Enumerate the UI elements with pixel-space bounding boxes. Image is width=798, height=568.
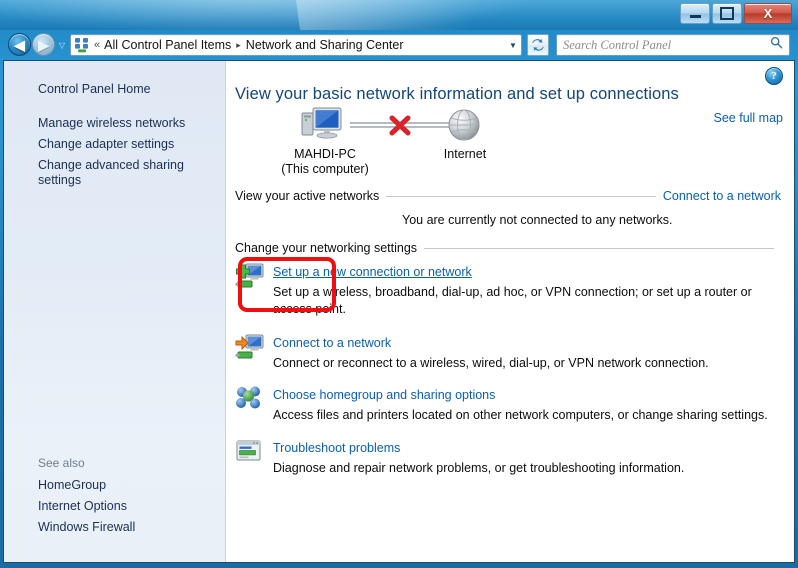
help-icon[interactable]: ? bbox=[765, 67, 783, 85]
forward-button[interactable]: ▶ bbox=[32, 33, 55, 56]
network-map: MAHDI-PC (This computer) Internet bbox=[226, 105, 794, 179]
choose-homegroup-description: Access files and printers located on oth… bbox=[273, 408, 768, 422]
task-set-up-new-connection[interactable]: Set up a new connection or network Set u… bbox=[235, 263, 783, 318]
address-bar[interactable]: « All Control Panel Items ▸ Network and … bbox=[70, 34, 522, 56]
search-box[interactable]: Search Control Panel bbox=[556, 34, 790, 56]
breadcrumb-item-all-control-panel-items[interactable]: All Control Panel Items bbox=[104, 38, 231, 52]
back-button[interactable]: ◀ bbox=[8, 33, 31, 56]
troubleshoot-problems-description: Diagnose and repair network problems, or… bbox=[273, 461, 685, 475]
address-dropdown-button[interactable]: ▼ bbox=[505, 35, 521, 55]
change-settings-header: Change your networking settings bbox=[235, 241, 781, 255]
minimize-icon bbox=[681, 4, 709, 23]
search-input[interactable]: Search Control Panel bbox=[563, 38, 770, 53]
connect-network-icon bbox=[235, 334, 267, 364]
title-bar: X bbox=[0, 0, 798, 30]
close-button[interactable]: X bbox=[744, 3, 792, 24]
window-controls: X bbox=[680, 3, 792, 24]
troubleshoot-problems-link[interactable]: Troubleshoot problems bbox=[273, 441, 400, 455]
see-also-caption: See also bbox=[38, 456, 85, 470]
titlebar-sheen bbox=[292, 0, 568, 30]
connection-error-x-icon bbox=[389, 115, 411, 136]
task-body: Connect to a network Connect or reconnec… bbox=[267, 334, 783, 372]
internet-globe-icon[interactable] bbox=[444, 106, 484, 146]
network-sharing-center-window: X ◀ ▶ ▽ « All Control Panel Items ▸ Netw… bbox=[0, 0, 798, 568]
breadcrumb-item-network-and-sharing-center[interactable]: Network and Sharing Center bbox=[246, 38, 404, 52]
breadcrumb-separator-icon[interactable]: ▸ bbox=[236, 40, 241, 51]
chevron-down-icon: ▼ bbox=[509, 40, 517, 50]
sidebar-see-also-section: See also HomeGroup Internet Options Wind… bbox=[4, 456, 225, 538]
sidebar-item-manage-wireless-networks[interactable]: Manage wireless networks bbox=[4, 113, 225, 134]
sidebar-item-change-adapter-settings[interactable]: Change adapter settings bbox=[4, 134, 225, 155]
active-networks-header: View your active networks Connect to a n… bbox=[235, 189, 781, 203]
sidebar-item-change-advanced-sharing-settings[interactable]: Change advanced sharing settings bbox=[4, 155, 225, 191]
computer-name: MAHDI-PC bbox=[294, 147, 356, 161]
chevron-down-icon: ▽ bbox=[58, 40, 66, 50]
active-networks-section: View your active networks Connect to a n… bbox=[235, 189, 781, 227]
change-settings-heading: Change your networking settings bbox=[235, 241, 418, 255]
task-body: Choose homegroup and sharing options Acc… bbox=[267, 386, 783, 424]
change-settings-section: Change your networking settings bbox=[235, 241, 781, 255]
network-sharing-icon bbox=[74, 37, 90, 53]
computer-sublabel: (This computer) bbox=[281, 162, 369, 176]
set-up-new-connection-description: Set up a wireless, broadband, dial-up, a… bbox=[273, 285, 752, 316]
recent-pages-button[interactable]: ▽ bbox=[57, 40, 67, 50]
close-icon: X bbox=[763, 6, 773, 21]
page-title: View your basic network information and … bbox=[235, 85, 679, 103]
header-rule bbox=[386, 195, 656, 197]
task-troubleshoot-problems[interactable]: Troubleshoot problems Diagnose and repai… bbox=[235, 439, 783, 477]
header-rule bbox=[424, 247, 774, 249]
main-content: ? View your basic network information an… bbox=[226, 61, 794, 562]
sidebar-item-internet-options[interactable]: Internet Options bbox=[4, 496, 225, 517]
choose-homegroup-link[interactable]: Choose homegroup and sharing options bbox=[273, 388, 495, 402]
connect-to-a-network-link[interactable]: Connect to a network bbox=[273, 336, 391, 350]
breadcrumb-overflow-chevrons[interactable]: « bbox=[94, 39, 100, 51]
sidebar-item-windows-firewall[interactable]: Windows Firewall bbox=[4, 517, 225, 538]
client-area: Control Panel Home Manage wireless netwo… bbox=[3, 60, 795, 563]
internet-label: Internet bbox=[443, 147, 487, 161]
network-connection-line bbox=[350, 115, 450, 136]
maximize-button[interactable] bbox=[712, 3, 742, 24]
set-up-new-connection-link[interactable]: Set up a new connection or network bbox=[273, 265, 472, 279]
refresh-button[interactable] bbox=[527, 34, 549, 56]
sidebar: Control Panel Home Manage wireless netwo… bbox=[4, 61, 226, 562]
new-connection-icon bbox=[235, 263, 267, 293]
connect-to-a-network-link-top[interactable]: Connect to a network bbox=[663, 189, 781, 203]
task-connect-to-a-network[interactable]: Connect to a network Connect or reconnec… bbox=[235, 334, 783, 372]
sidebar-item-homegroup[interactable]: HomeGroup bbox=[4, 475, 225, 496]
troubleshoot-icon bbox=[235, 439, 267, 469]
task-body: Troubleshoot problems Diagnose and repai… bbox=[267, 439, 783, 477]
this-computer-label: MAHDI-PC (This computer) bbox=[240, 147, 410, 177]
active-networks-status: You are currently not connected to any n… bbox=[402, 213, 673, 227]
connect-to-a-network-description: Connect or reconnect to a wireless, wire… bbox=[273, 356, 709, 370]
task-body: Set up a new connection or network Set u… bbox=[267, 263, 783, 318]
active-networks-heading: View your active networks bbox=[235, 189, 380, 203]
forward-arrow-icon: ▶ bbox=[38, 36, 49, 53]
this-computer-icon[interactable] bbox=[300, 105, 346, 145]
refresh-icon bbox=[531, 38, 545, 52]
back-arrow-icon: ◀ bbox=[14, 36, 25, 53]
maximize-icon bbox=[713, 4, 741, 23]
task-choose-homegroup[interactable]: Choose homegroup and sharing options Acc… bbox=[235, 386, 783, 424]
magnifier-icon bbox=[770, 36, 783, 54]
homegroup-icon bbox=[235, 386, 267, 416]
sidebar-item-control-panel-home[interactable]: Control Panel Home bbox=[4, 79, 225, 100]
navigation-bar: ◀ ▶ ▽ « All Control Panel Items ▸ Networ… bbox=[0, 30, 798, 60]
minimize-button[interactable] bbox=[680, 3, 710, 24]
